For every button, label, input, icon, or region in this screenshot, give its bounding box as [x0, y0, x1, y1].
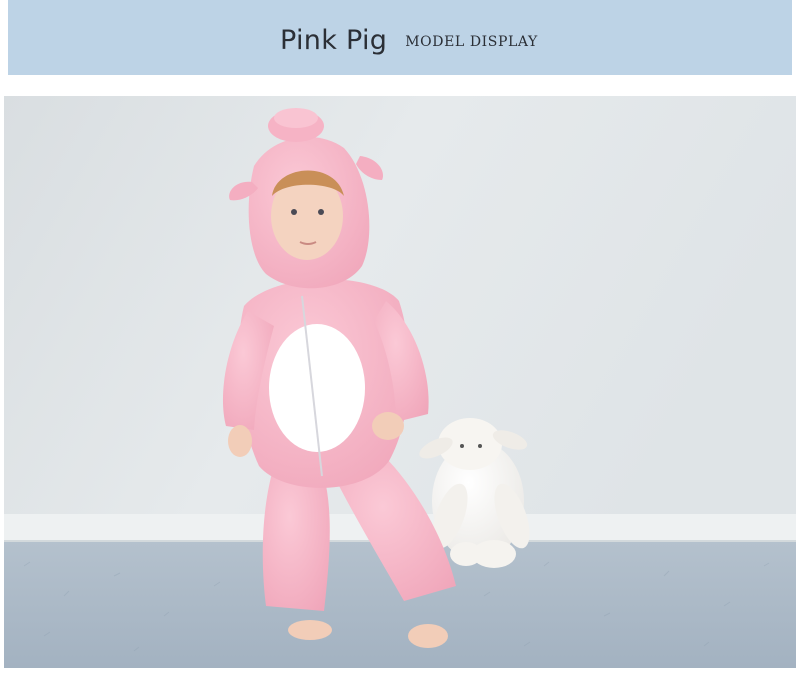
product-title: Pink Pig: [280, 24, 388, 56]
title-group: Pink Pig MODEL DISPLAY: [280, 18, 538, 62]
model-photo: [4, 96, 796, 668]
model-photo-illustration: [4, 96, 796, 668]
section-subtitle: MODEL DISPLAY: [405, 34, 538, 50]
header-banner: Pink Pig MODEL DISPLAY: [8, 0, 792, 75]
